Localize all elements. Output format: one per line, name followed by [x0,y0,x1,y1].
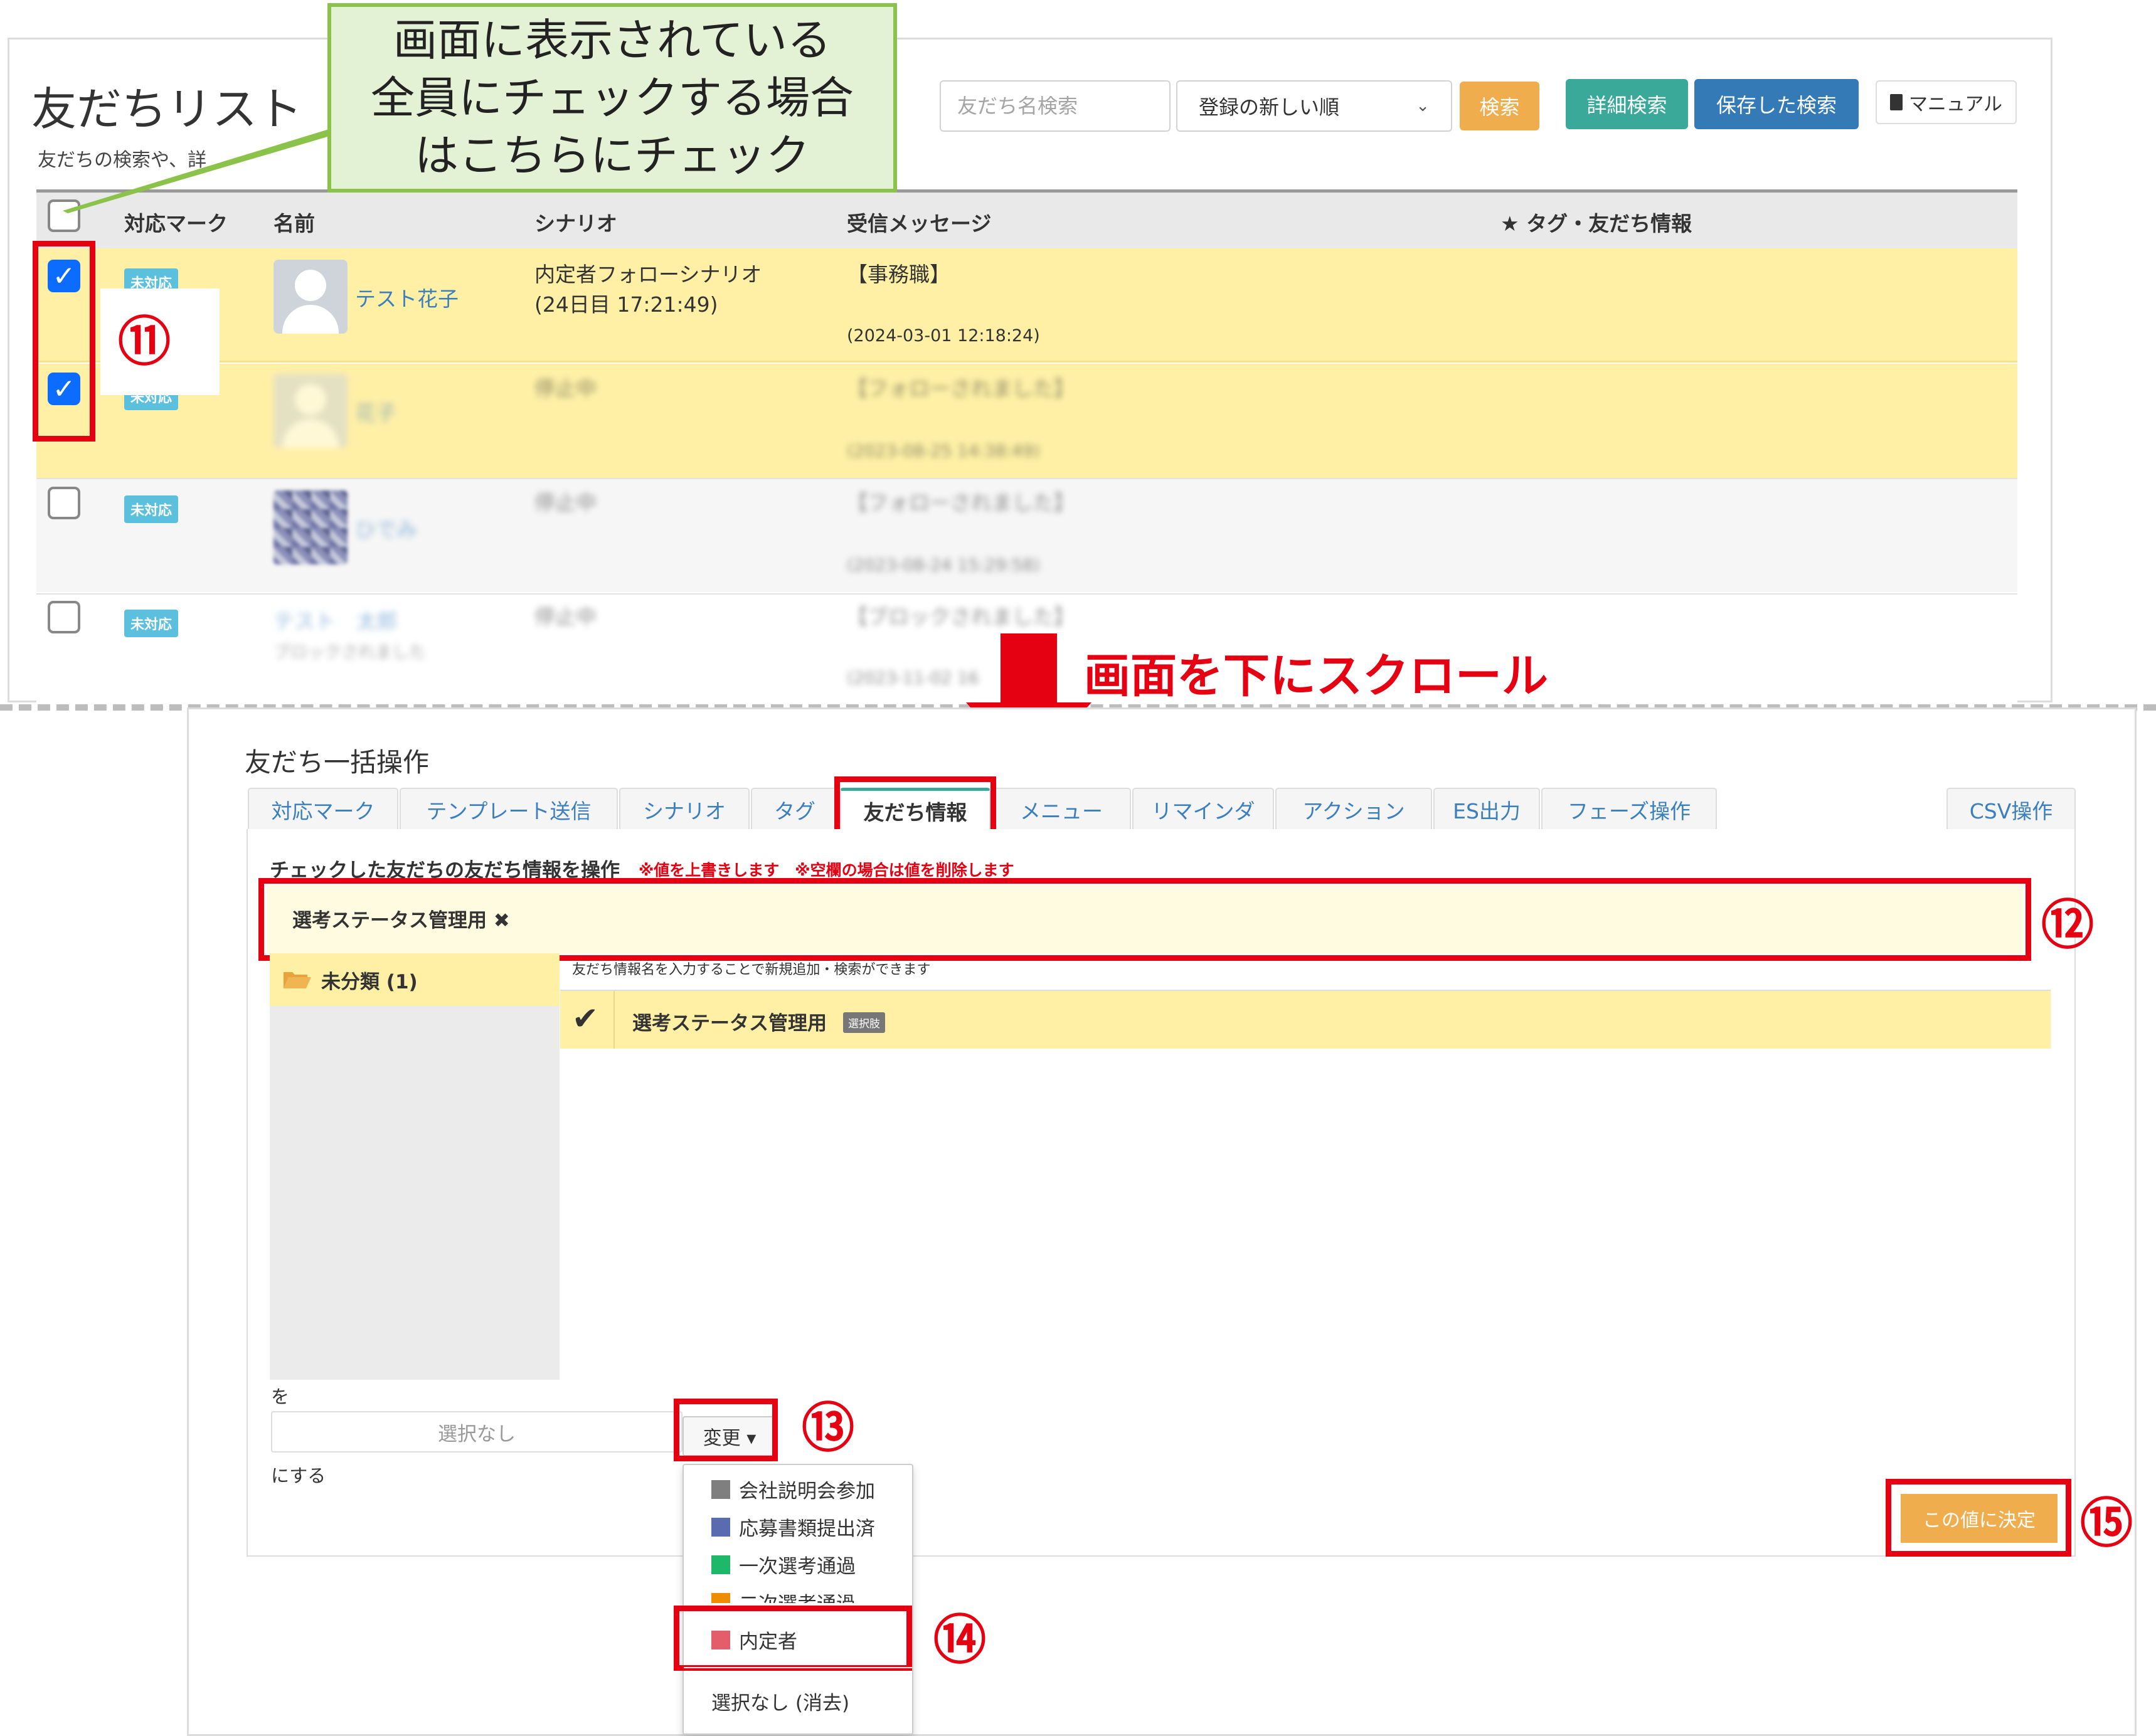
folder-open-icon [284,972,311,988]
manual-button-label: マニュアル [1908,93,2003,115]
received-message: 【フォローされました】 [847,490,1075,515]
status-badge: 未対応 [124,610,179,637]
callout-line-1: 画面に表示されている [393,14,831,66]
dropdown-clear-item[interactable]: 選択なし (消去) [711,1687,849,1715]
scenario-name: 停止中 [534,376,597,401]
manual-button[interactable]: マニュアル [1876,80,2017,124]
folder-label: 未分類 (1) [321,971,418,993]
tab-phase[interactable]: フェーズ操作 [1541,788,1717,830]
column-header-message: 受信メッセージ [847,211,992,236]
bulk-section-title: 友だち一括操作 [245,747,430,778]
step-11-label: ⑪ [118,311,171,373]
color-swatch-icon [711,1517,730,1537]
received-date: (2024-03-01 12:18:24) [847,326,1040,346]
tab-action[interactable]: アクション [1275,788,1432,830]
saved-search-button[interactable]: 保存した検索 [1694,79,1859,129]
tab-mark[interactable]: 対応マーク [248,788,398,830]
scroll-instruction: 画面を下にスクロール [1084,649,1548,703]
detail-search-button[interactable]: 詳細検索 [1566,79,1688,129]
dropdown-divider [684,1667,912,1668]
friend-name-link[interactable]: テスト花子 [355,282,459,312]
label-nisuru: にする [271,1465,326,1486]
operation-warning: ※値を上書きします ※空欄の場合は値を削除します [639,861,1014,879]
row-checkbox[interactable] [48,601,80,633]
friend-info-item-label: 選考ステータス管理用 [632,1012,827,1035]
divider [613,991,615,1049]
status-badge: 未対応 [124,495,179,523]
highlight-row-checkboxes [33,241,95,442]
dropdown-item[interactable]: 一次選考通過 [711,1550,856,1579]
color-swatch-icon [711,1479,730,1499]
step-14-label: ⑭ [933,1609,987,1671]
received-message: 【ブロックされました】 [847,605,1075,629]
highlight-change-button [674,1399,778,1461]
dropdown-item-label: 応募書類提出済 [739,1518,875,1540]
dropdown-item[interactable]: 応募書類提出済 [711,1513,875,1541]
received-message: 【フォローされました】 [847,376,1075,401]
highlight-decide-button [1886,1479,2071,1557]
tab-es-output[interactable]: ES出力 [1433,788,1540,830]
highlight-naiteisha-option [674,1606,912,1671]
avatar [273,374,348,448]
tab-tag[interactable]: タグ [751,788,839,830]
dropdown-item-label: 会社説明会参加 [739,1480,875,1503]
column-header-tags: ★ タグ・友だち情報 [1500,211,1692,236]
tab-reminder[interactable]: リマインダ [1132,788,1274,830]
received-date: (2023-08-25 14:38:49) [847,442,1040,461]
book-icon [1889,94,1903,110]
received-message: 【事務職】 [847,262,950,287]
callout-line-3: はこちらにチェック [415,130,810,181]
friend-name-link[interactable]: 花子 [355,396,396,426]
received-date: (2023-08-24 15:29:58) [847,556,1040,575]
scenario-progress: (24日目 17:21:49) [534,292,718,317]
callout-line-2: 全員にチェックする場合 [371,72,854,124]
blocked-note: ブロックされました [273,643,426,662]
step-13-label: ⑬ [802,1397,855,1459]
friend-name-link[interactable]: ひでみ [355,513,417,543]
received-date: (2023-11-02 16 [847,669,979,688]
avatar [273,260,348,334]
scenario-name: 内定者フォローシナリオ [534,262,762,287]
scenario-name: 停止中 [534,490,597,515]
check-icon: ✔ [572,1000,598,1037]
step-15-label: ⑮ [2080,1493,2133,1554]
row-checkbox[interactable] [48,487,80,519]
label-wo: を [271,1386,290,1407]
friend-name-link[interactable]: テスト 太郎 [273,605,398,635]
sort-select-value: 登録の新しい順 [1199,95,1340,119]
column-header-scenario: シナリオ [534,211,617,236]
tab-csv[interactable]: CSV操作 [1946,788,2076,830]
friend-name-search-input[interactable] [940,80,1171,132]
avatar [273,490,348,564]
tab-template[interactable]: テンプレート送信 [400,788,618,830]
dropdown-item-label: 一次選考通過 [739,1555,856,1578]
tab-menu[interactable]: メニュー [992,788,1131,830]
search-button[interactable]: 検索 [1460,82,1539,130]
color-swatch-icon [711,1555,730,1574]
folder-tree [270,953,560,1380]
choice-type-badge: 選択肢 [843,1012,885,1033]
callout-text: 画面に表示されている 全員にチェックする場合 はこちらにチェック [327,11,897,184]
highlight-selected-info [258,878,2031,961]
value-input[interactable]: 選択なし [271,1411,682,1453]
tab-scenario[interactable]: シナリオ [619,788,750,830]
step-12-label: ⑫ [2041,894,2095,956]
scenario-name: 停止中 [534,605,597,629]
dropdown-item[interactable]: 会社説明会参加 [711,1475,875,1503]
sort-select[interactable]: 登録の新しい順 ⌄ [1176,80,1452,132]
chevron-down-icon: ⌄ [1416,97,1430,115]
info-name-hint: 友だち情報名を入力することで新規追加・検索ができます [572,962,931,978]
